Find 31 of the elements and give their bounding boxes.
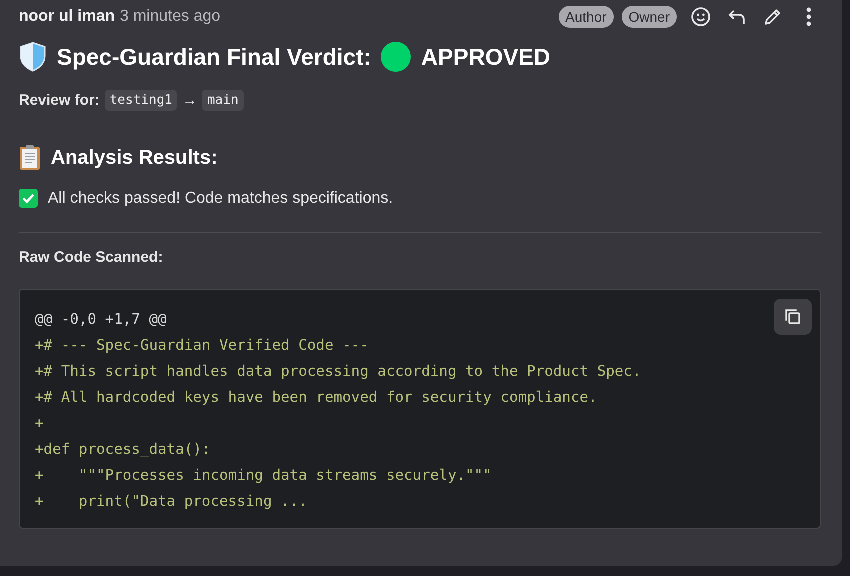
code-line: @@ -0,0 +1,7 @@ (35, 310, 167, 330)
target-branch: main (202, 90, 244, 111)
role-badge: Author (558, 6, 614, 28)
code-line: + """Processes incoming data streams securely.""" (35, 466, 492, 486)
code-line: +def process_data(): (35, 440, 211, 460)
status-dot-icon (381, 42, 412, 72)
copy-button[interactable] (774, 299, 812, 335)
code-line: +# All hardcoded keys have been removed for security compliance. (35, 388, 598, 408)
code-line: +# --- Spec-Guardian Verified Code --- (35, 336, 369, 356)
clipboard-icon (19, 145, 41, 171)
code-line: + print("Data processing ... (35, 492, 308, 512)
author-name[interactable]: noor ul iman (19, 8, 115, 26)
copy-icon (784, 308, 802, 326)
more-icon (806, 7, 812, 27)
code-line: + (35, 414, 44, 434)
code-line: +# This script handles data processing according to the Product Spec. (35, 362, 642, 382)
reaction-button[interactable] (689, 5, 713, 29)
analysis-heading: Analysis Results: (51, 146, 218, 170)
shield-icon (19, 42, 47, 72)
reply-icon (728, 9, 746, 25)
comment-time: 3 minutes ago (120, 8, 221, 26)
arrow-text: → (182, 92, 198, 109)
source-branch: testing1 (104, 90, 178, 111)
pencil-icon (764, 8, 782, 26)
code-heading: Raw Code Scanned: (19, 249, 164, 266)
verdict-title: Spec-Guardian Final Verdict: (57, 44, 372, 70)
role-badge: Owner (622, 6, 677, 28)
review-label: Review for: (19, 92, 100, 109)
smiley-icon (691, 7, 711, 27)
verdict-status: APPROVED (421, 44, 551, 70)
result-text: All checks passed! Code matches specifications. (48, 190, 394, 208)
